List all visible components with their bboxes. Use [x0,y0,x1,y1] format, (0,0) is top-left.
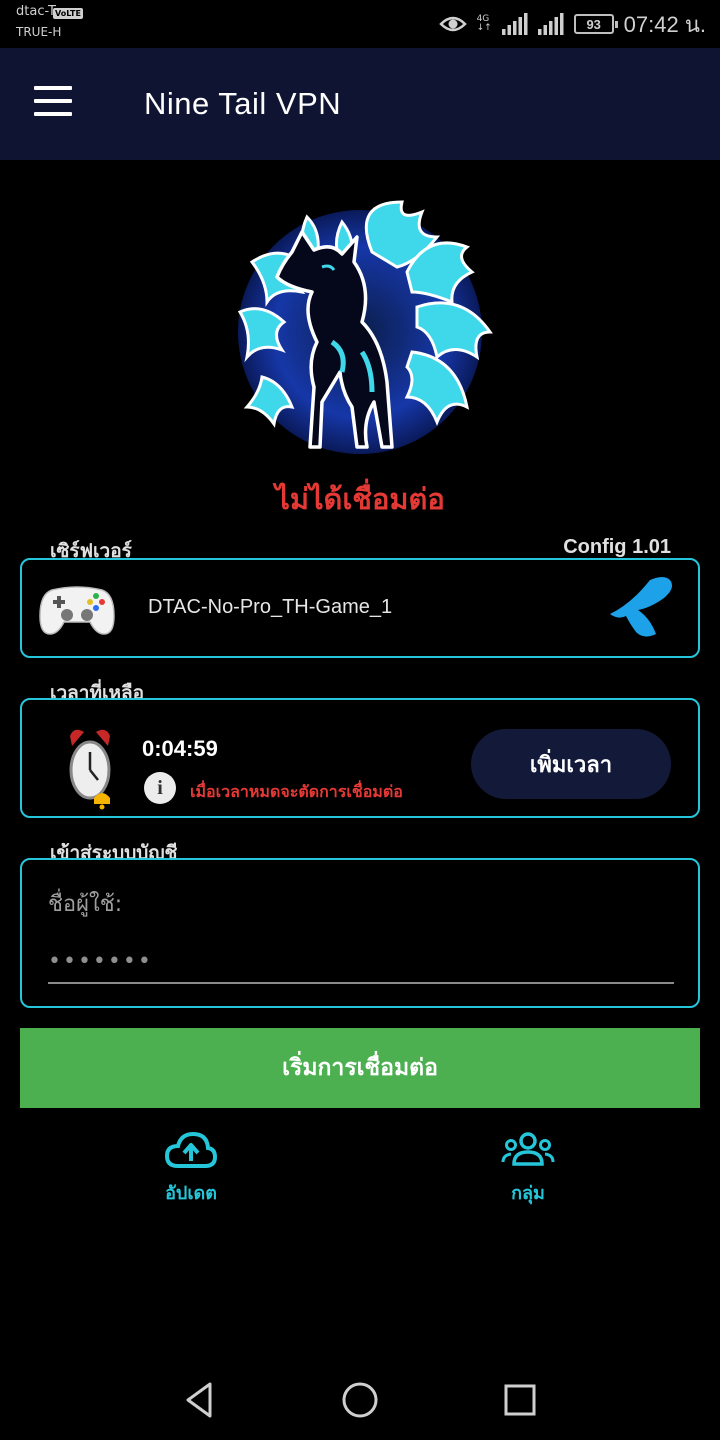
status-bar: dtac-T VoLTE TRUE-H 4G ↓↑ 93 07:42 น. [0,0,720,48]
server-selector[interactable]: DTAC-No-Pro_TH-Game_1 [20,558,700,658]
dtac-logo-icon [610,577,672,637]
login-card [20,858,700,1008]
eye-comfort-icon [438,16,467,32]
group-button[interactable]: กลุ่ม [468,1130,588,1230]
home-icon[interactable] [338,1378,382,1422]
back-icon[interactable] [178,1378,222,1422]
group-icon [501,1132,555,1166]
time-remaining-card: 0:04:59 i เมื่อเวลาหมดจะตัดการเชื่อมต่อ … [20,698,700,818]
alarm-clock-icon [69,729,111,810]
recents-icon[interactable] [498,1378,542,1422]
update-button[interactable]: อัปเดต [131,1130,251,1230]
cloud-upload-icon [165,1131,217,1168]
time-remaining-value: 0:04:59 [142,736,218,761]
signal-icon [501,13,528,35]
info-icon: i [144,772,176,804]
system-nav-bar [0,1360,720,1440]
battery-icon: 93 [573,14,618,34]
carrier-secondary: TRUE-H [16,25,62,39]
app-title: Nine Tail VPN [144,86,342,121]
timeout-warning: เมื่อเวลาหมดจะตัดการเชื่อมต่อ [190,782,403,801]
battery-level: 93 [586,16,601,32]
status-indicators: 4G ↓↑ 93 07:42 น. [438,8,706,40]
nine-tail-fox-logo [237,200,493,454]
server-name: DTAC-No-Pro_TH-Game_1 [148,596,393,618]
username-input[interactable] [48,884,678,924]
connection-status: ไม่ได้เชื่อมต่อ [275,482,445,516]
config-version-label: Config 1.01 [563,536,671,558]
signal-icon-secondary [537,13,564,35]
volte-badge: VoLTE [53,8,83,19]
hamburger-menu-icon[interactable] [34,86,78,122]
connect-button[interactable]: เริ่มการเชื่อมต่อ [20,1028,700,1108]
app-bar: Nine Tail VPN [0,48,720,160]
gamepad-icon [39,586,115,635]
carrier-primary: dtac-T [16,4,56,19]
update-label: อัปเดต [165,1183,217,1204]
password-input[interactable] [48,940,674,984]
status-time: 07:42 น. [623,11,706,37]
network-type: 4G ↓↑ [476,14,492,33]
group-label: กลุ่ม [511,1183,545,1204]
add-time-button[interactable]: เพิ่มเวลา [471,729,671,799]
